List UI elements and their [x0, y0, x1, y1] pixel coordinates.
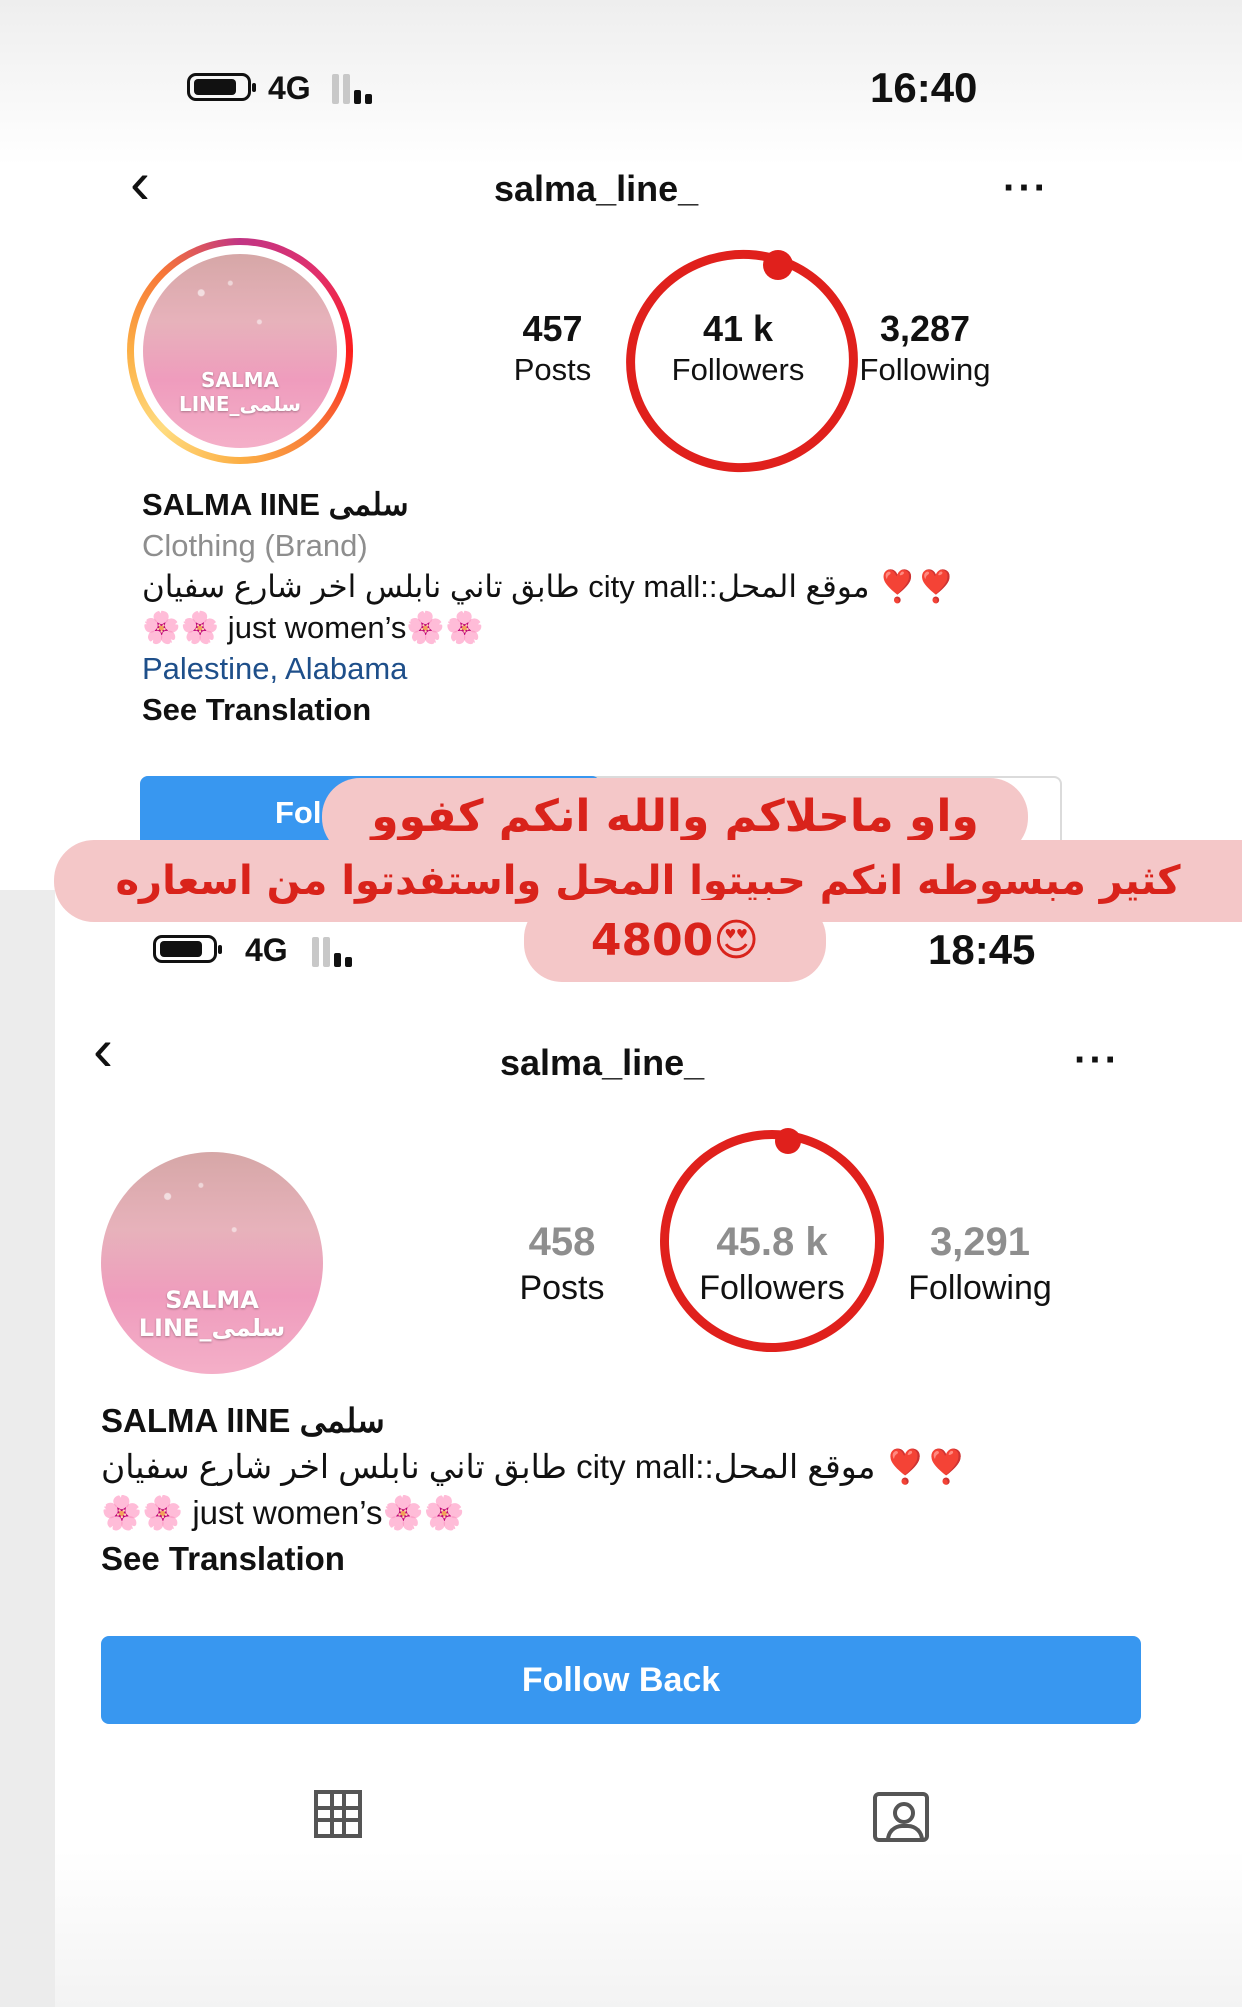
back-icon[interactable]: ‹: [130, 148, 150, 217]
avatar[interactable]: SALMA LINE_سلمى: [101, 1152, 323, 1374]
annotation-dot: [775, 1128, 801, 1154]
follow-back-button[interactable]: Follow Back: [101, 1636, 1141, 1724]
see-translation-link[interactable]: See Translation: [142, 689, 955, 730]
back-icon[interactable]: ‹: [93, 1015, 113, 1084]
profile-username: salma_line_: [500, 1042, 705, 1083]
more-options-icon[interactable]: ···: [1074, 1038, 1120, 1083]
bio-line-tagline: 🌸🌸 just women’s🌸🌸: [142, 610, 484, 645]
following-label: Following: [908, 1269, 1052, 1307]
network-label: 4G: [245, 932, 288, 968]
status-time: 18:45: [928, 926, 1036, 973]
network-label: 4G: [268, 70, 311, 106]
signal-icon: [312, 935, 368, 967]
grid-icon[interactable]: [314, 1790, 362, 1838]
following-count: 3,291: [929, 1220, 1031, 1264]
status-time: 16:40: [870, 64, 978, 111]
see-translation-link[interactable]: See Translation: [101, 1536, 967, 1582]
profile-category: Clothing (Brand): [142, 528, 368, 563]
location-link[interactable]: Palestine, Alabama: [142, 648, 955, 689]
posts-stat[interactable]: 457 Posts: [485, 308, 620, 388]
following-stat[interactable]: 3,287 Following: [845, 308, 1005, 388]
screenshot-before: 4G 16:40 ‹ salma_line_ ··· SALMA LINE_سل…: [0, 0, 1242, 890]
following-count: 3,287: [879, 308, 971, 349]
bio-line-address: ❣️❣️ موقع المحل::city mall طابق تاني ناب…: [101, 1448, 967, 1485]
posts-label: Posts: [519, 1269, 605, 1307]
profile-name: SALMA lINE سلمى: [101, 1402, 385, 1439]
red-annotation-circle: [652, 1122, 892, 1360]
posts-label: Posts: [513, 352, 592, 387]
screenshot-after: 4G 18:45 ‹ salma_line_ ··· SALMA LINE_سل…: [55, 890, 1242, 2007]
profile-name: SALMA lINE سلمى: [142, 487, 409, 522]
posts-count: 457: [522, 308, 583, 349]
posts-stat[interactable]: 458 Posts: [497, 1220, 627, 1308]
battery-icon: [153, 935, 222, 963]
bio-line-address: ❣️❣️ موقع المحل::city mall طابق تاني ناب…: [142, 569, 956, 604]
tagged-icon[interactable]: [873, 1792, 929, 1842]
following-stat[interactable]: 3,291 Following: [895, 1220, 1065, 1308]
bottom-fade: [55, 1850, 1242, 2007]
profile-bio: SALMA lINE سلمى Clothing (Brand) ❣️❣️ مو…: [142, 484, 955, 730]
avatar-text: SALMA LINE_سلمى: [178, 368, 302, 416]
annotation-dot: [763, 250, 793, 280]
avatar[interactable]: SALMA LINE_سلمى: [143, 254, 337, 448]
red-annotation-circle: [611, 234, 873, 488]
signal-icon: [332, 72, 388, 104]
profile-username: salma_line_: [494, 168, 699, 209]
profile-bio: SALMA lINE سلمى ❣️❣️ موقع المحل::city ma…: [101, 1398, 967, 1582]
following-label: Following: [859, 352, 991, 387]
battery-icon: [187, 73, 256, 101]
avatar-text: SALMA LINE_سلمى: [138, 1286, 286, 1342]
more-options-icon[interactable]: ···: [1003, 166, 1049, 211]
bio-line-tagline: 🌸🌸 just women’s🌸🌸: [101, 1494, 465, 1531]
posts-count: 458: [528, 1220, 596, 1264]
story-caption-line-3: 4800😍: [524, 900, 826, 982]
